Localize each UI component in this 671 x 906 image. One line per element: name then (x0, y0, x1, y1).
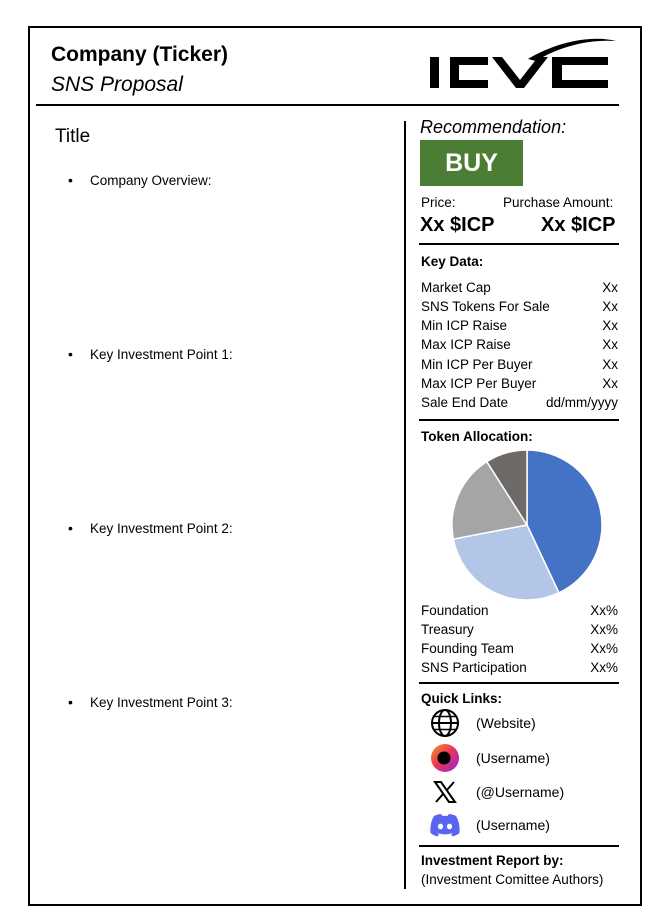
key-data-heading: Key Data: (421, 254, 484, 269)
divider (419, 243, 619, 245)
key-data-row: Max ICP Raise Xx (421, 337, 618, 352)
price-value: Xx $ICP (420, 214, 495, 236)
allocation-row: Treasury Xx% (421, 622, 618, 637)
x-logo-icon (428, 776, 462, 808)
globe-icon (428, 707, 462, 739)
link-text: (@Username) (476, 784, 565, 800)
key-data-row: Sale End Date dd/mm/yyyy (421, 395, 618, 410)
key-data-row: Min ICP Raise Xx (421, 318, 618, 333)
key-data-row: Market Cap Xx (421, 280, 618, 295)
token-allocation-heading: Token Allocation: (421, 429, 533, 444)
divider (419, 845, 619, 847)
link-openchat[interactable]: (Username) (428, 742, 618, 774)
purchase-amount-value: Xx $ICP (541, 214, 616, 236)
icvc-logo (430, 38, 616, 88)
header-divider (36, 104, 619, 106)
divider (419, 419, 619, 421)
quick-links-heading: Quick Links: (421, 691, 503, 706)
link-discord[interactable]: (Username) (428, 809, 618, 841)
key-data-row: Min ICP Per Buyer Xx (421, 357, 618, 372)
recommendation-badge: BUY (420, 140, 523, 186)
link-text: (Website) (476, 715, 536, 731)
proposal-subtitle: SNS Proposal (51, 73, 183, 96)
authors-text: (Investment Comittee Authors) (421, 872, 604, 887)
openchat-icon (428, 742, 462, 774)
section-title: Title (55, 126, 91, 147)
recommendation-label: Recommendation: (420, 117, 567, 137)
column-divider (404, 121, 406, 889)
key-data-row: SNS Tokens For Sale Xx (421, 299, 618, 314)
company-title: Company (Ticker) (51, 43, 228, 66)
key-data-row: Max ICP Per Buyer Xx (421, 376, 618, 391)
allocation-row: Foundation Xx% (421, 603, 618, 618)
discord-icon (428, 809, 462, 841)
link-text: (Username) (476, 750, 550, 766)
report-by-heading: Investment Report by: (421, 853, 564, 868)
link-x[interactable]: (@Username) (428, 776, 618, 808)
allocation-row: Founding Team Xx% (421, 641, 618, 656)
price-label: Price: (421, 195, 456, 210)
purchase-amount-label: Purchase Amount: (503, 195, 614, 210)
token-allocation-pie-chart (451, 449, 603, 601)
divider (419, 682, 619, 684)
link-website[interactable]: (Website) (428, 707, 618, 739)
allocation-row: SNS Participation Xx% (421, 660, 618, 675)
link-text: (Username) (476, 817, 550, 833)
